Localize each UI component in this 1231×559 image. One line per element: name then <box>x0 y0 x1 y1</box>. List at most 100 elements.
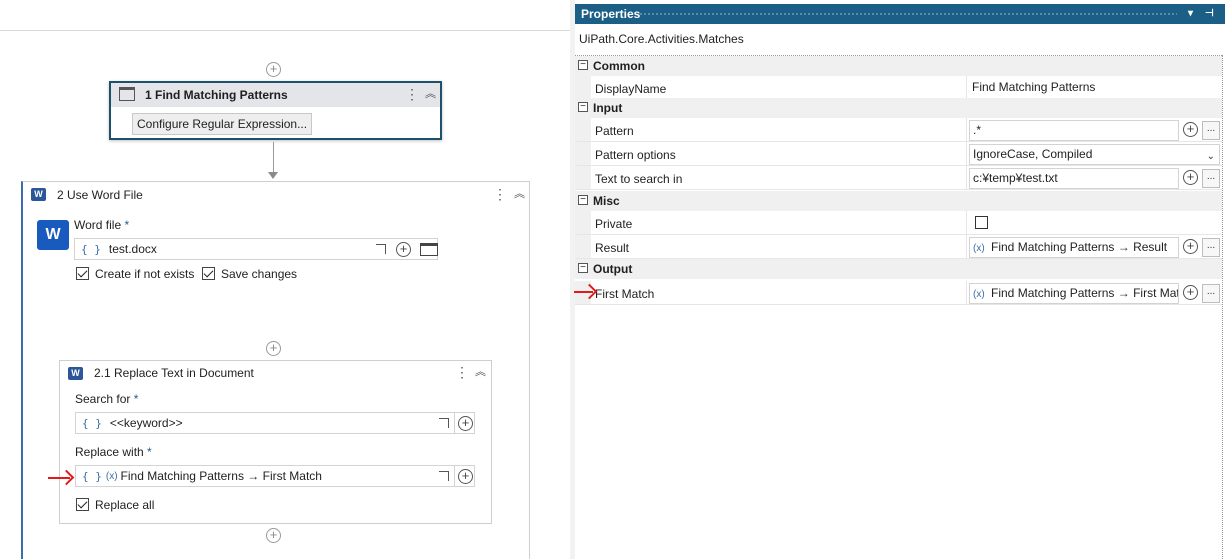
designer-top-bar <box>0 0 570 31</box>
property-value[interactable]: Find Matching Patterns <box>972 80 1095 94</box>
expression-editor-icon[interactable]: { } <box>82 470 102 483</box>
collapse-toggle-icon[interactable]: − <box>578 263 588 273</box>
row-gutter <box>575 142 591 165</box>
replace-text-in-document-activity[interactable]: W 2.1 Replace Text in Document ⋮ ︽ Searc… <box>59 360 492 524</box>
add-variable-icon[interactable]: + <box>1183 122 1198 137</box>
collapse-icon[interactable]: ︽ <box>425 89 436 100</box>
property-row-pattern[interactable]: Pattern .* + ... <box>575 118 1222 142</box>
category-input[interactable]: − Input <box>575 98 1222 118</box>
properties-panel: Properties ▾ ⊣ UiPath.Core.Activities.Ma… <box>574 0 1231 559</box>
column-separator <box>966 118 967 141</box>
category-label: Output <box>593 262 633 276</box>
chevron-down-icon[interactable]: ⌄ <box>1207 147 1215 164</box>
pattern-options-select[interactable]: IgnoreCase, Compiled ⌄ <box>969 144 1220 165</box>
create-if-not-exists-label: Create if not exists <box>95 267 195 281</box>
property-row-pattern-options[interactable]: Pattern options IgnoreCase, Compiled ⌄ <box>575 142 1222 166</box>
row-gutter <box>575 166 591 189</box>
first-match-input[interactable]: (x) Find Matching Patterns → First Match <box>969 283 1179 304</box>
add-variable-icon[interactable]: + <box>396 242 411 257</box>
ellipsis-button[interactable]: ... <box>1202 284 1220 303</box>
column-separator <box>966 142 967 165</box>
more-options-icon[interactable]: ⋮ <box>455 365 469 379</box>
property-row-text-to-search[interactable]: Text to search in c:¥temp¥test.txt + ... <box>575 166 1222 190</box>
field-separator <box>454 413 455 433</box>
save-changes-checkbox[interactable] <box>202 267 215 280</box>
expression-editor-icon[interactable]: { } <box>82 417 102 430</box>
row-gutter <box>575 76 591 99</box>
column-separator <box>966 211 967 234</box>
property-name: Text to search in <box>595 172 683 186</box>
variable-icon: (x) <box>105 470 118 482</box>
title-grip <box>639 12 1177 16</box>
search-for-input[interactable]: { } <<keyword>> + <box>75 412 475 434</box>
result-input[interactable]: (x) Find Matching Patterns → Result <box>969 237 1179 258</box>
word-app-icon: W <box>37 220 75 250</box>
collapse-toggle-icon[interactable]: − <box>578 102 588 112</box>
column-separator <box>966 166 967 189</box>
property-row-result[interactable]: Result (x) Find Matching Patterns → Resu… <box>575 235 1222 259</box>
property-name: Pattern options <box>595 148 676 162</box>
configure-regex-button[interactable]: Configure Regular Expression... <box>132 113 313 135</box>
property-row-first-match[interactable]: First Match (x) Find Matching Patterns →… <box>575 281 1222 305</box>
word-icon: W <box>68 367 83 380</box>
browse-folder-icon[interactable] <box>420 243 438 256</box>
more-options-icon[interactable]: ⋮ <box>493 187 507 201</box>
word-icon: W <box>31 188 46 201</box>
add-activity-middle-icon[interactable]: + <box>266 341 281 356</box>
activity-title: 2.1 Replace Text in Document <box>94 366 254 380</box>
ellipsis-button[interactable]: ... <box>1202 121 1220 140</box>
collapse-toggle-icon[interactable]: − <box>578 195 588 205</box>
replace-all-checkbox[interactable] <box>76 498 89 511</box>
replace-all-label: Replace all <box>95 498 155 512</box>
expand-editor-icon[interactable] <box>376 244 386 254</box>
collapse-icon[interactable]: ︽ <box>475 367 486 378</box>
property-name: DisplayName <box>595 82 667 96</box>
category-output[interactable]: − Output <box>575 259 1222 279</box>
property-row-private[interactable]: Private <box>575 211 1222 235</box>
create-if-not-exists-checkbox[interactable] <box>76 267 89 280</box>
variable-icon: (x) <box>973 243 985 254</box>
add-variable-icon[interactable]: + <box>458 416 473 431</box>
text-to-search-input[interactable]: c:¥temp¥test.txt <box>969 168 1179 189</box>
add-activity-top-icon[interactable]: + <box>266 62 281 77</box>
collapse-icon[interactable]: ︽ <box>514 189 525 200</box>
properties-title-bar: Properties ▾ ⊣ <box>575 4 1225 24</box>
pin-icon[interactable]: ⊣ <box>1205 4 1214 24</box>
save-changes-label: Save changes <box>221 267 298 281</box>
replace-with-value: Find Matching Patterns → First Match <box>120 469 322 483</box>
ellipsis-button[interactable]: ... <box>1202 169 1220 188</box>
property-row-displayname[interactable]: DisplayName Find Matching Patterns <box>575 76 1222 100</box>
add-variable-icon[interactable]: + <box>1183 170 1198 185</box>
property-name: First Match <box>595 287 655 301</box>
workflow-designer: + 1 Find Matching Patterns ⋮ ︽ Configure… <box>0 0 570 559</box>
connector-arrow <box>268 172 278 179</box>
category-common[interactable]: − Common <box>575 56 1222 76</box>
dropdown-chevron-icon[interactable]: ▾ <box>1188 4 1193 24</box>
activity-window-icon <box>119 87 135 101</box>
add-variable-icon[interactable]: + <box>1183 239 1198 254</box>
selected-option: IgnoreCase, Compiled <box>973 147 1093 161</box>
collapse-toggle-icon[interactable]: − <box>578 60 588 70</box>
row-gutter <box>575 211 591 234</box>
replace-with-input[interactable]: { } (x) Find Matching Patterns → First M… <box>75 465 475 487</box>
private-checkbox[interactable] <box>975 216 988 229</box>
pattern-input[interactable]: .* <box>969 120 1179 141</box>
expand-editor-icon[interactable] <box>439 471 449 481</box>
more-options-icon[interactable]: ⋮ <box>405 87 419 101</box>
field-separator <box>454 466 455 486</box>
row-gutter <box>575 118 591 141</box>
column-separator <box>966 281 967 304</box>
expression-editor-icon[interactable]: { } <box>81 243 101 256</box>
find-matching-patterns-activity[interactable]: 1 Find Matching Patterns ⋮ ︽ Configure R… <box>109 81 442 140</box>
ellipsis-button[interactable]: ... <box>1202 238 1220 257</box>
add-variable-icon[interactable]: + <box>1183 285 1198 300</box>
expand-editor-icon[interactable] <box>439 418 449 428</box>
activity-type-name: UiPath.Core.Activities.Matches <box>579 32 744 46</box>
word-file-value: test.docx <box>108 242 157 256</box>
word-file-input[interactable]: { } test.docx + <box>74 238 438 260</box>
add-variable-icon[interactable]: + <box>458 469 473 484</box>
add-activity-bottom-icon[interactable]: + <box>266 528 281 543</box>
category-misc[interactable]: − Misc <box>575 191 1222 211</box>
property-name: Pattern <box>595 124 634 138</box>
row-gutter <box>575 235 591 258</box>
